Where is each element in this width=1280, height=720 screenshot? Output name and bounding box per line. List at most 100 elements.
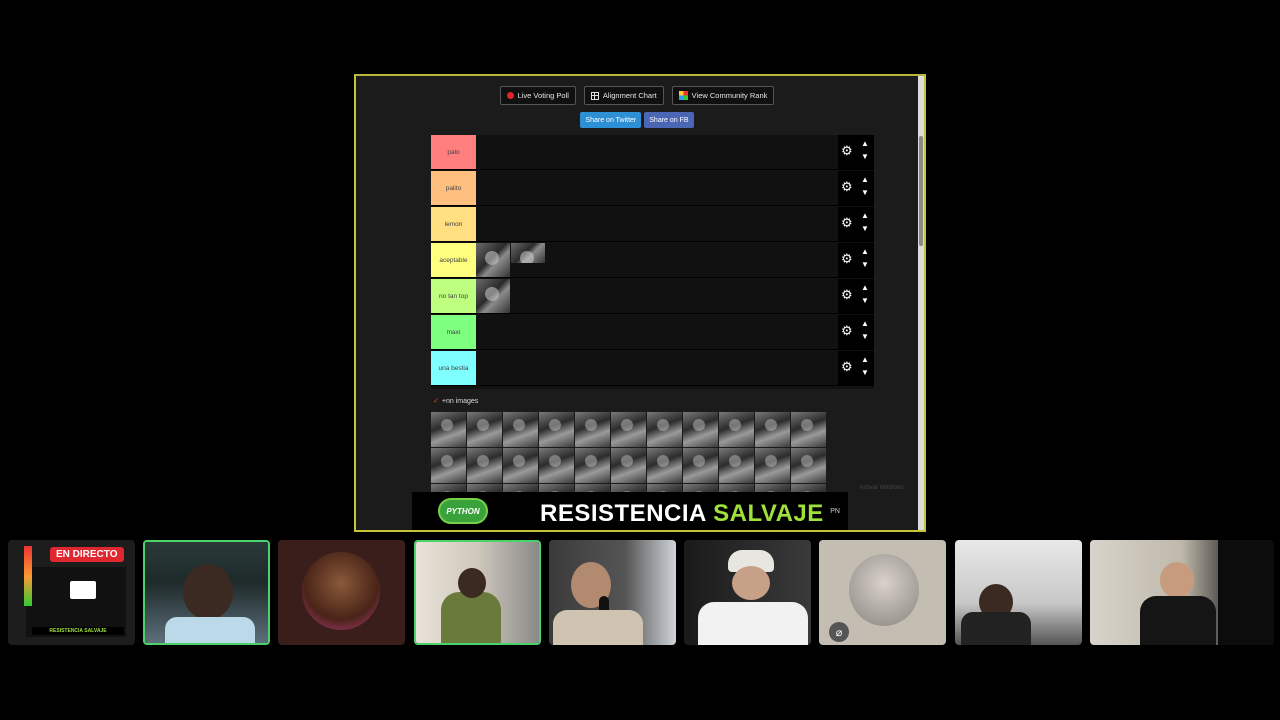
unranked-image[interactable] — [503, 412, 538, 447]
activate-windows-watermark: Activar Windows — [859, 485, 904, 491]
tier-controls: ⚙ ▲ ▼ — [838, 171, 874, 205]
share-fb-button[interactable]: Share on FB — [644, 112, 694, 128]
chevron-down-icon[interactable]: ▼ — [860, 332, 870, 342]
scrollbar-thumb[interactable] — [919, 136, 923, 246]
chevron-down-icon[interactable]: ▼ — [860, 188, 870, 198]
tier-row: aceptable ⚙ ▲ ▼ — [431, 243, 874, 278]
chevron-up-icon[interactable]: ▲ — [860, 319, 870, 329]
tier-label[interactable]: no tan top — [431, 279, 476, 313]
unranked-image[interactable] — [719, 448, 754, 483]
tier-row: palo ⚙ ▲ ▼ — [431, 135, 874, 170]
unranked-image[interactable] — [719, 412, 754, 447]
grid-icon — [590, 91, 599, 100]
unranked-image[interactable] — [467, 412, 502, 447]
tier-controls: ⚙ ▲ ▼ — [838, 351, 874, 385]
gear-icon[interactable]: ⚙ — [841, 288, 854, 301]
share-twitter-button[interactable]: Share on Twitter — [580, 112, 642, 128]
unranked-image[interactable] — [431, 448, 466, 483]
gear-icon[interactable]: ⚙ — [841, 360, 854, 373]
tier-controls: ⚙ ▲ ▼ — [838, 243, 874, 277]
participant-tile-6[interactable] — [684, 540, 811, 645]
unranked-image[interactable] — [791, 448, 826, 483]
participant-tile-3[interactable] — [278, 540, 405, 645]
participant-body-right — [1218, 540, 1274, 645]
participant-face — [1160, 562, 1194, 598]
unranked-image-pool — [431, 412, 861, 494]
vertical-scrollbar[interactable] — [918, 76, 924, 530]
unranked-image[interactable] — [755, 448, 790, 483]
unranked-image[interactable] — [539, 412, 574, 447]
participant-tile-4[interactable] — [414, 540, 541, 645]
community-rank-button[interactable]: View Community Rank — [671, 86, 775, 105]
tier-image[interactable] — [476, 279, 510, 313]
tier-controls: ⚙ ▲ ▼ — [838, 279, 874, 313]
banner-title-white: RESISTENCIA — [540, 500, 706, 527]
audio-level-meter — [24, 546, 32, 606]
participant-shirt — [553, 610, 643, 645]
chevron-up-icon[interactable]: ▲ — [860, 139, 870, 149]
participant-tile-5[interactable] — [549, 540, 676, 645]
unranked-image[interactable] — [791, 412, 826, 447]
tier-label[interactable]: palito — [431, 171, 476, 205]
participant-tile-2[interactable] — [143, 540, 270, 645]
gear-icon[interactable]: ⚙ — [841, 144, 854, 157]
alignment-chart-button[interactable]: Alignment Chart — [583, 86, 664, 105]
unranked-image[interactable] — [575, 412, 610, 447]
tier-row: una bestia ⚙ ▲ ▼ — [431, 351, 874, 386]
chevron-down-icon[interactable]: ▼ — [860, 368, 870, 378]
participant-tile-7[interactable]: ⌀ — [819, 540, 946, 645]
banner-corner-text: PN — [830, 508, 840, 515]
participant-shirt — [961, 612, 1031, 645]
unranked-image[interactable] — [539, 448, 574, 483]
participant-tile-9[interactable] — [1090, 540, 1274, 645]
unranked-image[interactable] — [683, 412, 718, 447]
banner-title: RESISTENCIA SALVAJE — [540, 500, 824, 528]
chevron-down-icon[interactable]: ▼ — [860, 152, 870, 162]
tier-items — [476, 243, 546, 277]
unranked-image[interactable] — [503, 448, 538, 483]
video-off-icon[interactable]: ⌀ — [829, 622, 849, 642]
gear-icon[interactable]: ⚙ — [841, 324, 854, 337]
chevron-down-icon[interactable]: ▼ — [860, 260, 870, 270]
unranked-image[interactable] — [755, 412, 790, 447]
tier-list: palo ⚙ ▲ ▼ palito ⚙ ▲ ▼ lemon ⚙ ▲ ▼ aceptable ⚙ ▲ ▼ no t… — [431, 135, 874, 389]
chevron-down-icon[interactable]: ▼ — [860, 296, 870, 306]
unranked-image[interactable] — [467, 448, 502, 483]
tier-label[interactable]: palo — [431, 135, 476, 169]
color-grid-icon — [678, 91, 688, 100]
unranked-image[interactable] — [611, 412, 646, 447]
participant-body — [441, 592, 501, 643]
unranked-header: ✓ +nn images — [433, 397, 479, 406]
unranked-image[interactable] — [611, 448, 646, 483]
unranked-image[interactable] — [575, 448, 610, 483]
tier-label[interactable]: lemon — [431, 207, 476, 241]
live-voting-button[interactable]: Live Voting Poll — [499, 86, 576, 105]
unranked-image[interactable] — [647, 412, 682, 447]
participant-avatar — [849, 554, 919, 626]
chevron-up-icon[interactable]: ▲ — [860, 355, 870, 365]
tier-image[interactable] — [511, 243, 545, 263]
participant-tile-8[interactable] — [955, 540, 1082, 645]
banner-title-green: SALVAJE — [713, 500, 824, 527]
gear-icon[interactable]: ⚙ — [841, 252, 854, 265]
tier-label[interactable]: maxi — [431, 315, 476, 349]
participant-face — [732, 566, 770, 600]
chevron-up-icon[interactable]: ▲ — [860, 247, 870, 257]
gear-icon[interactable]: ⚙ — [841, 216, 854, 229]
tier-label[interactable]: una bestia — [431, 351, 476, 385]
unranked-image[interactable] — [647, 448, 682, 483]
unranked-image[interactable] — [683, 448, 718, 483]
chevron-down-icon[interactable]: ▼ — [860, 224, 870, 234]
share-button-row: Share on Twitter Share on FB — [356, 112, 918, 128]
tierlist-page: Live Voting Poll Alignment Chart View Co… — [356, 76, 918, 530]
tier-image[interactable] — [476, 243, 510, 277]
participant-face — [183, 564, 233, 620]
chevron-up-icon[interactable]: ▲ — [860, 283, 870, 293]
mini-banner: RESISTENCIA SALVAJE — [32, 627, 124, 635]
gear-icon[interactable]: ⚙ — [841, 180, 854, 193]
chevron-up-icon[interactable]: ▲ — [860, 211, 870, 221]
unranked-image[interactable] — [431, 412, 466, 447]
chevron-up-icon[interactable]: ▲ — [860, 175, 870, 185]
tier-label[interactable]: aceptable — [431, 243, 476, 277]
tier-controls: ⚙ ▲ ▼ — [838, 207, 874, 241]
